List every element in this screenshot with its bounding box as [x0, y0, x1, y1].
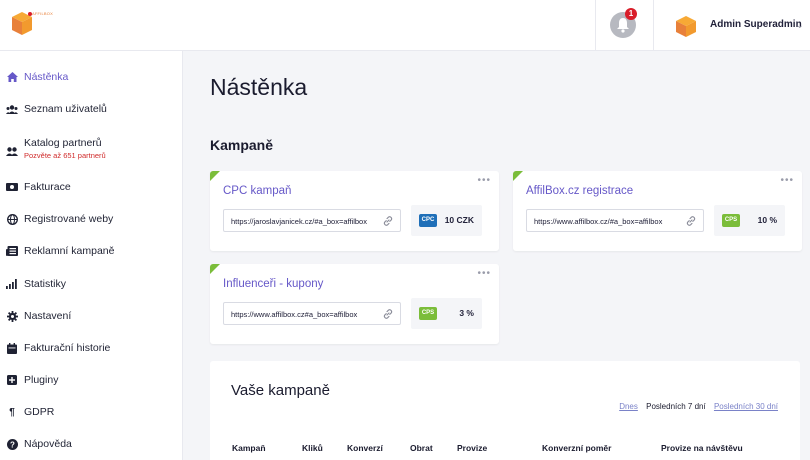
- sidebar-item-seznam-uzivatelu[interactable]: Seznam uživatelů: [0, 97, 183, 121]
- sidebar-item-label: Registrované weby: [24, 213, 114, 225]
- type-badge: CPC: [419, 214, 437, 227]
- chevron-down-icon[interactable]: ⌄: [796, 20, 804, 31]
- your-campaigns-panel: Vaše kampaně Dnes Posledních 7 dní Posle…: [210, 361, 800, 460]
- sidebar-item-nastaveni[interactable]: Nastavení: [0, 304, 183, 328]
- column-header-commission[interactable]: Provize: [457, 443, 487, 453]
- commission-box: CPS 10 %: [714, 205, 785, 236]
- card-corner-marker: [210, 171, 220, 181]
- link-icon[interactable]: [382, 308, 394, 320]
- card-corner-marker: [210, 264, 220, 274]
- sidebar-item-label: Katalog partnerů: [24, 137, 102, 149]
- campaign-link-text: https://www.affilbox.cz/#a_box=affilbox: [534, 217, 663, 226]
- campaign-title[interactable]: AffilBox.cz registrace: [526, 185, 633, 197]
- sidebar-item-katalog-partneru[interactable]: Katalog partnerů Pozvěte až 651 partnerů: [0, 131, 183, 160]
- filter-last-7-days[interactable]: Posledních 7 dní: [646, 402, 706, 411]
- type-badge: CPS: [419, 307, 437, 320]
- bar-chart-icon: [6, 278, 18, 290]
- card-menu-button[interactable]: •••: [780, 175, 794, 186]
- commission-box: CPS 3 %: [411, 298, 482, 329]
- filter-today[interactable]: Dnes: [619, 402, 638, 411]
- sidebar-item-label: Fakturační historie: [24, 342, 111, 354]
- sidebar-item-napoveda[interactable]: ? Nápověda: [0, 432, 183, 456]
- link-icon[interactable]: [685, 215, 697, 227]
- commission-value: 3 %: [459, 308, 474, 318]
- period-filters: Dnes Posledních 7 dní Posledních 30 dní: [613, 402, 778, 411]
- campaign-card: ••• Influenceři - kupony https://www.aff…: [210, 264, 499, 344]
- sidebar-item-label: Pluginy: [24, 374, 59, 386]
- campaign-link-text: https://www.affilbox.cz#a_box=affilbox: [231, 310, 358, 319]
- column-header-conversion-rate[interactable]: Konverzní poměr: [542, 443, 611, 453]
- sidebar-item-label: Nástěnka: [24, 71, 69, 83]
- section-title: Kampaně: [210, 137, 274, 153]
- campaign-link-field[interactable]: https://www.affilbox.cz/#a_box=affilbox: [526, 209, 704, 232]
- sidebar-item-label: Fakturace: [24, 181, 71, 193]
- type-badge: CPS: [722, 214, 740, 227]
- sidebar-item-label: Reklamní kampaně: [24, 245, 115, 257]
- link-icon[interactable]: [382, 215, 394, 227]
- divider: [653, 0, 654, 51]
- campaign-link-text: https://jaroslavjanicek.cz/#a_box=affilb…: [231, 217, 367, 226]
- commission-value: 10 %: [757, 215, 777, 225]
- column-header-campaign[interactable]: Kampaň: [232, 443, 266, 453]
- column-header-clicks[interactable]: Kliků: [302, 443, 323, 453]
- top-bar: AFFILBOX 1 Admin Superadmin ⌄: [0, 0, 810, 51]
- card-menu-button[interactable]: •••: [477, 268, 491, 279]
- sidebar: Nástěnka Seznam uživatelů Katalog partne…: [0, 51, 183, 460]
- commission-box: CPC 10 CZK: [411, 205, 482, 236]
- partners-invite-note: Pozvěte až 651 partnerů: [24, 151, 106, 160]
- panel-title: Vaše kampaně: [231, 382, 330, 399]
- commission-value: 10 CZK: [444, 215, 474, 225]
- card-corner-marker: [513, 171, 523, 181]
- filter-last-30-days[interactable]: Posledních 30 dní: [714, 402, 778, 411]
- sidebar-item-reklamni-kampane[interactable]: Reklamní kampaně: [0, 239, 183, 263]
- users-icon: [6, 103, 18, 115]
- sidebar-item-statistiky[interactable]: Statistiky: [0, 272, 183, 296]
- campaign-title[interactable]: Influenceři - kupony: [223, 278, 323, 290]
- campaign-title[interactable]: CPC kampaň: [223, 185, 291, 197]
- home-icon: [6, 71, 18, 83]
- campaign-card: ••• AffilBox.cz registrace https://www.a…: [513, 171, 802, 251]
- user-avatar[interactable]: [674, 14, 698, 38]
- sidebar-item-nastenka[interactable]: Nástěnka: [0, 65, 183, 89]
- user-name[interactable]: Admin Superadmin: [710, 19, 802, 30]
- sidebar-item-label: GDPR: [24, 406, 55, 418]
- column-header-revenue[interactable]: Obrat: [410, 443, 433, 453]
- globe-icon: [6, 213, 18, 225]
- plus-square-icon: [6, 374, 18, 386]
- column-header-conversions[interactable]: Konverzí: [347, 443, 383, 453]
- campaign-card: ••• CPC kampaň https://jaroslavjanicek.c…: [210, 171, 499, 251]
- sidebar-item-fakturace[interactable]: Fakturace: [0, 175, 183, 199]
- campaign-link-field[interactable]: https://www.affilbox.cz#a_box=affilbox: [223, 302, 401, 325]
- sidebar-item-pluginy[interactable]: Pluginy: [0, 368, 183, 392]
- notification-badge: 1: [625, 8, 637, 20]
- logo-text: AFFILBOX: [32, 11, 53, 16]
- sidebar-item-registrovane-weby[interactable]: Registrované weby: [0, 207, 183, 231]
- sidebar-item-gdpr[interactable]: ¶ GDPR: [0, 400, 183, 424]
- help-icon: ?: [6, 438, 18, 450]
- divider: [595, 0, 596, 51]
- gear-icon: [6, 310, 18, 322]
- column-header-commission-per-visit[interactable]: Provize na návštěvu: [661, 443, 743, 453]
- sidebar-item-label: Seznam uživatelů: [24, 103, 107, 115]
- campaign-link-field[interactable]: https://jaroslavjanicek.cz/#a_box=affilb…: [223, 209, 401, 232]
- paragraph-icon: ¶: [9, 406, 15, 418]
- newspaper-icon: [6, 245, 18, 257]
- money-icon: [6, 181, 18, 193]
- svg-text:?: ?: [10, 440, 15, 449]
- page-title: Nástěnka: [210, 74, 308, 100]
- sidebar-item-label: Statistiky: [24, 278, 67, 290]
- calendar-icon: [6, 342, 18, 354]
- sidebar-item-label: Nápověda: [24, 438, 72, 450]
- sidebar-item-fakturacni-historie[interactable]: Fakturační historie: [0, 336, 183, 360]
- card-menu-button[interactable]: •••: [477, 175, 491, 186]
- partners-icon: [6, 145, 18, 157]
- sidebar-item-label: Nastavení: [24, 310, 72, 322]
